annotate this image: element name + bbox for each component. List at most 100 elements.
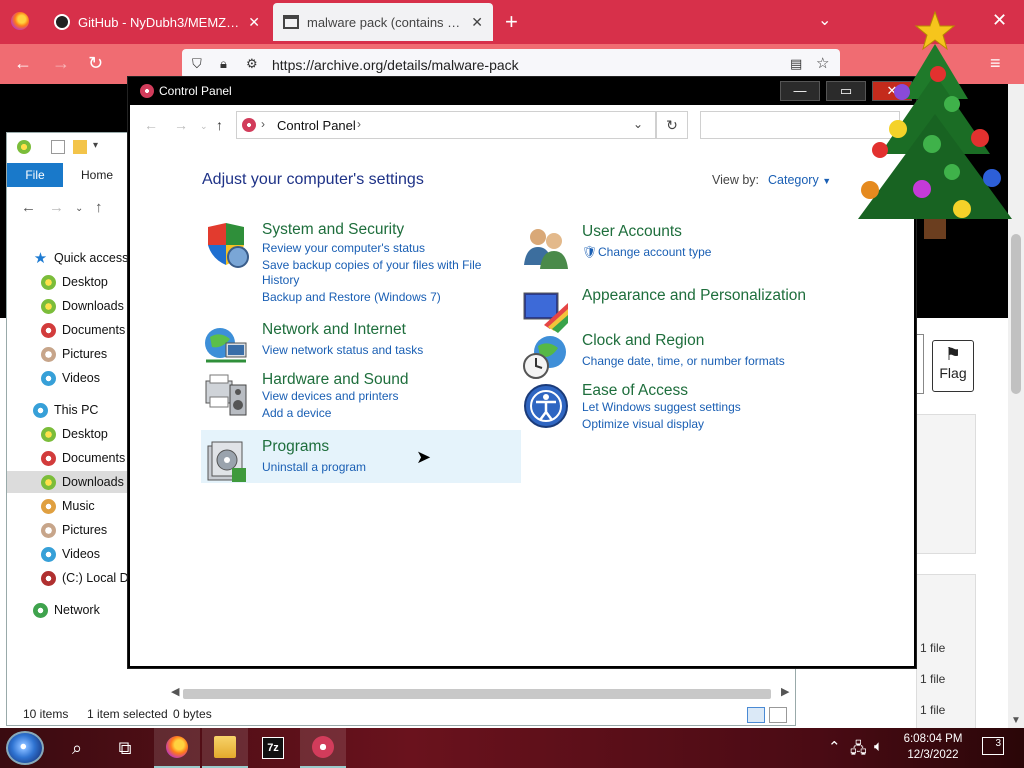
tree-item-documents[interactable]: Documents <box>7 319 129 341</box>
url-bar[interactable]: ⛉ 🔒︎ ⚙ https://archive.org/details/malwa… <box>182 49 840 79</box>
category-title[interactable]: Hardware and Sound <box>262 371 409 389</box>
reader-view-icon[interactable]: ▤ <box>790 56 802 72</box>
minimize-button[interactable]: — <box>780 81 820 101</box>
category-title[interactable]: System and Security <box>262 221 404 239</box>
taskbar-file-explorer[interactable] <box>202 728 248 768</box>
tree-item-pictures[interactable]: Pictures <box>7 519 129 541</box>
permissions-icon[interactable]: ⚙ <box>246 56 258 72</box>
link-change-account-type[interactable]: Change account type <box>598 245 711 259</box>
view-by-dropdown[interactable]: Category ▼ <box>768 173 831 187</box>
tree-item-desktop[interactable]: Desktop <box>7 423 129 445</box>
tree-item-quick-access[interactable]: ★ Quick access <box>7 247 129 269</box>
firefox-icon[interactable] <box>11 12 29 30</box>
forward-arrow-icon[interactable]: → <box>174 117 188 133</box>
task-view-icon[interactable]: ⧉ <box>102 728 148 768</box>
taskbar-control-panel[interactable] <box>300 728 346 768</box>
scrollbar-thumb[interactable] <box>183 689 771 699</box>
back-arrow-icon[interactable]: ← <box>14 53 32 74</box>
volume-icon[interactable]: 🔈︎ <box>874 738 883 755</box>
category-title[interactable]: Clock and Region <box>582 332 704 350</box>
link-optimize-display[interactable]: Optimize visual display <box>582 417 704 431</box>
tab-malware-pack[interactable]: malware pack (contains memz ✕ <box>273 3 493 41</box>
category-title[interactable]: Network and Internet <box>262 321 406 339</box>
chevron-down-icon[interactable]: ▾ <box>93 140 107 154</box>
refresh-button[interactable]: ↻ <box>656 111 688 139</box>
chevron-up-icon[interactable]: ⌃ <box>828 738 841 756</box>
ribbon-tab-file[interactable]: File <box>7 163 63 187</box>
flag-button[interactable]: ⚑ Flag <box>932 340 974 392</box>
taskbar-firefox[interactable] <box>154 728 200 768</box>
close-icon[interactable]: ✕ <box>248 14 260 31</box>
forward-arrow-icon[interactable]: → <box>49 199 64 216</box>
close-icon[interactable]: ✕ <box>471 14 483 31</box>
link-file-history-cont[interactable]: History <box>262 273 299 287</box>
tree-item-this-pc[interactable]: This PC <box>7 399 129 421</box>
chevron-down-icon[interactable]: ⌄ <box>200 121 208 132</box>
properties-icon[interactable] <box>51 140 65 154</box>
category-title[interactable]: Programs <box>262 438 329 456</box>
tree-item-desktop[interactable]: Desktop <box>7 271 129 293</box>
link-suggest-settings[interactable]: Let Windows suggest settings <box>582 400 741 414</box>
tree-item-pictures[interactable]: Pictures <box>7 343 129 365</box>
category-title[interactable]: User Accounts <box>582 223 682 241</box>
tree-item-downloads[interactable]: Downloads <box>7 295 129 317</box>
chevron-right-icon[interactable]: › <box>357 117 361 131</box>
back-arrow-icon[interactable]: ← <box>21 199 36 216</box>
network-icon[interactable]: 🖧︎ <box>850 738 867 763</box>
system-clock[interactable]: 6:08:04 PM 12/3/2022 <box>900 731 966 763</box>
forward-arrow-icon[interactable]: → <box>52 53 70 74</box>
tree-item-videos[interactable]: Videos <box>7 543 129 565</box>
chevron-down-icon[interactable]: ⌄ <box>818 10 831 30</box>
link-network-status[interactable]: View network status and tasks <box>262 343 423 357</box>
scroll-right-icon[interactable]: ▶ <box>781 685 789 698</box>
scroll-left-icon[interactable]: ◀ <box>171 685 179 698</box>
category-title[interactable]: Appearance and Personalization <box>582 287 806 305</box>
back-arrow-icon[interactable]: ← <box>144 117 158 133</box>
link-backup-restore[interactable]: Backup and Restore (Windows 7) <box>262 290 441 304</box>
bookmark-star-icon[interactable]: ☆ <box>816 54 829 72</box>
notification-center-button[interactable]: 3 <box>982 737 1004 755</box>
new-tab-button[interactable]: + <box>505 9 518 35</box>
link-devices-printers[interactable]: View devices and printers <box>262 389 399 403</box>
horizontal-scrollbar[interactable]: ◀ ▶ <box>167 685 795 701</box>
link-date-time-formats[interactable]: Change date, time, or number formats <box>582 354 785 368</box>
control-panel-icon <box>140 84 154 98</box>
tree-item-downloads-selected[interactable]: Downloads <box>7 471 129 493</box>
scrollbar-thumb[interactable] <box>1011 234 1021 394</box>
tree-item-documents[interactable]: Documents <box>7 447 129 469</box>
scroll-down-icon[interactable]: ▼ <box>1011 715 1021 726</box>
file-count: 1 file <box>920 703 946 717</box>
search-icon[interactable]: ⌕ <box>54 728 100 768</box>
reload-icon[interactable]: ↻ <box>88 53 103 74</box>
chevron-down-icon[interactable]: ⌄ <box>633 117 643 131</box>
ribbon-tab-home[interactable]: Home <box>67 163 127 187</box>
breadcrumb[interactable]: › Control Panel › ⌄ <box>236 111 656 139</box>
shield-icon[interactable]: ⛉ <box>192 56 202 72</box>
tree-item-network[interactable]: Network <box>7 599 129 621</box>
link-uninstall-program[interactable]: Uninstall a program <box>262 460 366 474</box>
mouse-cursor-icon: ➤ <box>416 447 432 467</box>
up-arrow-icon[interactable]: ↑ <box>95 199 103 216</box>
new-folder-icon[interactable] <box>73 140 87 154</box>
link-review-status[interactable]: Review your computer's status <box>262 241 425 255</box>
tree-item-label: Videos <box>62 371 100 385</box>
details-view-icon[interactable] <box>747 707 765 723</box>
tree-item-music[interactable]: Music <box>7 495 129 517</box>
large-icons-view-icon[interactable] <box>769 707 787 723</box>
taskbar-7zip[interactable]: 7z <box>250 728 296 768</box>
breadcrumb-item-control-panel[interactable]: Control Panel <box>277 118 356 133</box>
category-title[interactable]: Ease of Access <box>582 382 688 400</box>
link-file-history[interactable]: Save backup copies of your files with Fi… <box>262 258 481 272</box>
tree-item-videos[interactable]: Videos <box>7 367 129 389</box>
up-arrow-icon[interactable]: ↑ <box>216 117 223 133</box>
start-button[interactable] <box>6 731 44 765</box>
chevron-down-icon[interactable]: ⌄ <box>75 203 83 214</box>
pc-icon <box>33 402 48 418</box>
url-text[interactable]: https://archive.org/details/malware-pack <box>272 57 519 73</box>
control-panel-icon <box>312 736 334 758</box>
tree-item-local-disk[interactable]: (C:) Local Di <box>7 567 129 589</box>
chevron-right-icon[interactable]: › <box>261 117 265 131</box>
lock-icon[interactable]: 🔒︎ <box>220 56 227 72</box>
link-add-device[interactable]: Add a device <box>262 406 331 420</box>
tab-github[interactable]: GitHub - NyDubh3/MEMZ: A tr ✕ <box>44 3 270 41</box>
